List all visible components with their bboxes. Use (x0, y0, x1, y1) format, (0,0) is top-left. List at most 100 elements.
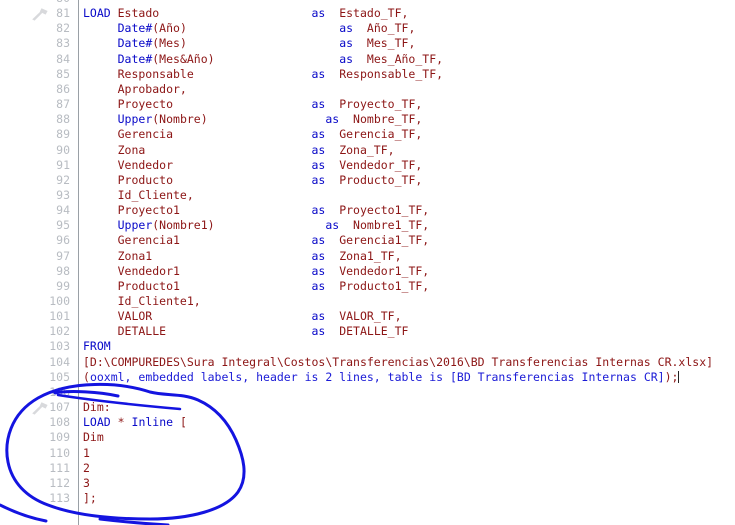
line-content[interactable]: Upper(Nombre) as Nombre_TF, (83, 112, 423, 127)
code-line[interactable]: 96 Gerencia1 as Gerencia1_TF, (0, 233, 735, 248)
line-content[interactable]: Producto1 as Producto1_TF, (83, 278, 430, 294)
code-line[interactable]: 102 DETALLE as DETALLE_TF (0, 324, 735, 339)
token: as (311, 263, 326, 278)
token: Gerencia1_TF, (325, 233, 430, 248)
line-number: 86 (56, 81, 70, 96)
code-line[interactable]: 95 Upper(Nombre1) as Nombre1_TF, (0, 218, 735, 233)
line-content[interactable]: Vendedor1 as Vendedor1_TF, (83, 263, 430, 279)
code-line[interactable]: 87 Proyecto as Proyecto_TF, (0, 97, 735, 112)
code-line[interactable]: 111 2 (0, 461, 735, 476)
line-content[interactable]: Zona as Zona_TF, (83, 143, 395, 158)
line-content[interactable]: Gerencia1 as Gerencia1_TF, (83, 233, 430, 248)
line-content[interactable]: Proyecto1 as Proyecto1_TF, (83, 203, 430, 218)
code-line[interactable]: 83 Date#(Mes) as Mes_TF, (0, 36, 735, 51)
code-line[interactable]: 101 VALOR as VALOR_TF, (0, 309, 735, 324)
token: as (311, 127, 326, 142)
line-content[interactable]: Zona1 as Zona1_TF, (83, 249, 402, 264)
code-line[interactable]: 89 Gerencia as Gerencia_TF, (0, 127, 735, 142)
line-number: 106 (49, 384, 70, 399)
code-line[interactable]: 90 Zona as Zona_TF, (0, 143, 735, 158)
line-content[interactable]: [D:\COMPUREDES\Sura Integral\Costos\Tran… (83, 355, 713, 370)
code-line[interactable]: 112 3 (0, 476, 735, 491)
code-line[interactable]: 92 Producto as Producto_TF, (0, 173, 735, 188)
line-content[interactable]: Dim (83, 430, 104, 445)
line-content[interactable]: FROM (83, 339, 111, 354)
line-number: 94 (56, 203, 70, 218)
line-content[interactable]: ]; (83, 491, 97, 506)
line-content[interactable]: Aprobador, (83, 82, 187, 97)
code-line[interactable]: 110 1 (0, 446, 735, 461)
line-content[interactable]: VALOR as VALOR_TF, (83, 309, 402, 324)
code-line[interactable]: 103 FROM (0, 339, 735, 354)
code-line[interactable]: 107 Dim: (0, 400, 735, 415)
code-line[interactable]: 88 Upper(Nombre) as Nombre_TF, (0, 112, 735, 127)
line-number: 99 (56, 278, 70, 293)
line-content[interactable]: 2 (83, 461, 90, 476)
line-content[interactable]: Responsable as Responsable_TF, (83, 67, 443, 82)
line-content[interactable]: Gerencia as Gerencia_TF, (83, 127, 423, 142)
token: Zona_TF, (325, 142, 395, 157)
token: Id_Cliente, (83, 187, 194, 202)
token: (Año) (152, 21, 187, 36)
line-content[interactable]: 1 (83, 446, 90, 461)
code-line[interactable]: 99 Producto1 as Producto1_TF, (0, 279, 735, 294)
line-content[interactable]: Dim: (83, 400, 111, 415)
line-content[interactable]: Date#(Año) as Año_TF, (83, 21, 416, 36)
line-number: 85 (56, 66, 70, 81)
code-line[interactable]: 81 LOAD Estado as Estado_TF, (0, 6, 735, 21)
line-number: 111 (49, 460, 70, 475)
code-line[interactable]: 82 Date#(Año) as Año_TF, (0, 21, 735, 36)
code-line[interactable]: 106 (0, 385, 735, 400)
code-line[interactable]: 108 LOAD * Inline [ (0, 415, 735, 430)
line-content[interactable]: Id_Cliente1, (83, 294, 201, 309)
code-line[interactable]: 97 Zona1 as Zona1_TF, (0, 249, 735, 264)
token: Año_TF, (353, 21, 416, 36)
code-line[interactable]: 98 Vendedor1 as Vendedor1_TF, (0, 264, 735, 279)
code-line[interactable]: 104 [D:\COMPUREDES\Sura Integral\Costos\T… (0, 355, 735, 370)
token: Zona1 (83, 248, 153, 263)
code-line[interactable]: 105 (ooxml, embedded labels, header is 2 … (0, 370, 735, 385)
code-line[interactable]: 91 Vendedor as Vendedor_TF, (0, 158, 735, 173)
script-editor[interactable]: 8081LOAD Estado as Estado_TF,82 Date#(Añ… (0, 0, 735, 525)
line-content[interactable]: DETALLE as DETALLE_TF (83, 324, 409, 339)
line-content[interactable]: (ooxml, embedded labels, header is 2 lin… (83, 369, 680, 385)
code-area[interactable]: 8081LOAD Estado as Estado_TF,82 Date#(Añ… (0, 0, 735, 525)
line-content[interactable]: LOAD Estado as Estado_TF, (83, 6, 408, 21)
token: Producto1_TF, (325, 278, 430, 293)
code-line[interactable]: 84 Date#(Mes&Año) as Mes_Año_TF, (0, 52, 735, 67)
line-number: 98 (56, 263, 70, 278)
code-line[interactable]: 86 Aprobador, (0, 82, 735, 97)
code-line[interactable]: 109 Dim (0, 430, 735, 445)
line-content[interactable]: Proyecto as Proyecto_TF, (83, 97, 423, 112)
line-content[interactable]: Date#(Mes) as Mes_TF, (83, 36, 416, 51)
code-line[interactable]: 113]; (0, 491, 735, 506)
line-content[interactable]: Producto as Producto_TF, (83, 173, 423, 188)
line-content[interactable]: Upper(Nombre1) as Nombre1_TF, (83, 218, 430, 233)
line-content[interactable]: Date#(Mes&Año) as Mes_Año_TF, (83, 52, 443, 67)
line-content[interactable]: Vendedor as Vendedor_TF, (83, 158, 423, 173)
token: ( (83, 369, 90, 384)
line-content[interactable]: Id_Cliente, (83, 188, 194, 203)
token: Id_Cliente1, (83, 294, 201, 308)
token: Responsable (83, 66, 194, 81)
line-content[interactable]: LOAD * Inline [ (83, 415, 187, 430)
code-line[interactable]: 100 Id_Cliente1, (0, 294, 735, 309)
token: (Mes&Año) (152, 51, 215, 66)
line-number: 100 (49, 294, 70, 308)
code-line[interactable]: 94 Proyecto1 as Proyecto1_TF, (0, 203, 735, 218)
line-content[interactable]: 3 (83, 476, 90, 491)
code-line[interactable]: 85 Responsable as Responsable_TF, (0, 67, 735, 82)
code-line[interactable]: 93 Id_Cliente, (0, 188, 735, 203)
token: Vendedor1 (83, 263, 180, 278)
line-number: 95 (56, 218, 70, 233)
